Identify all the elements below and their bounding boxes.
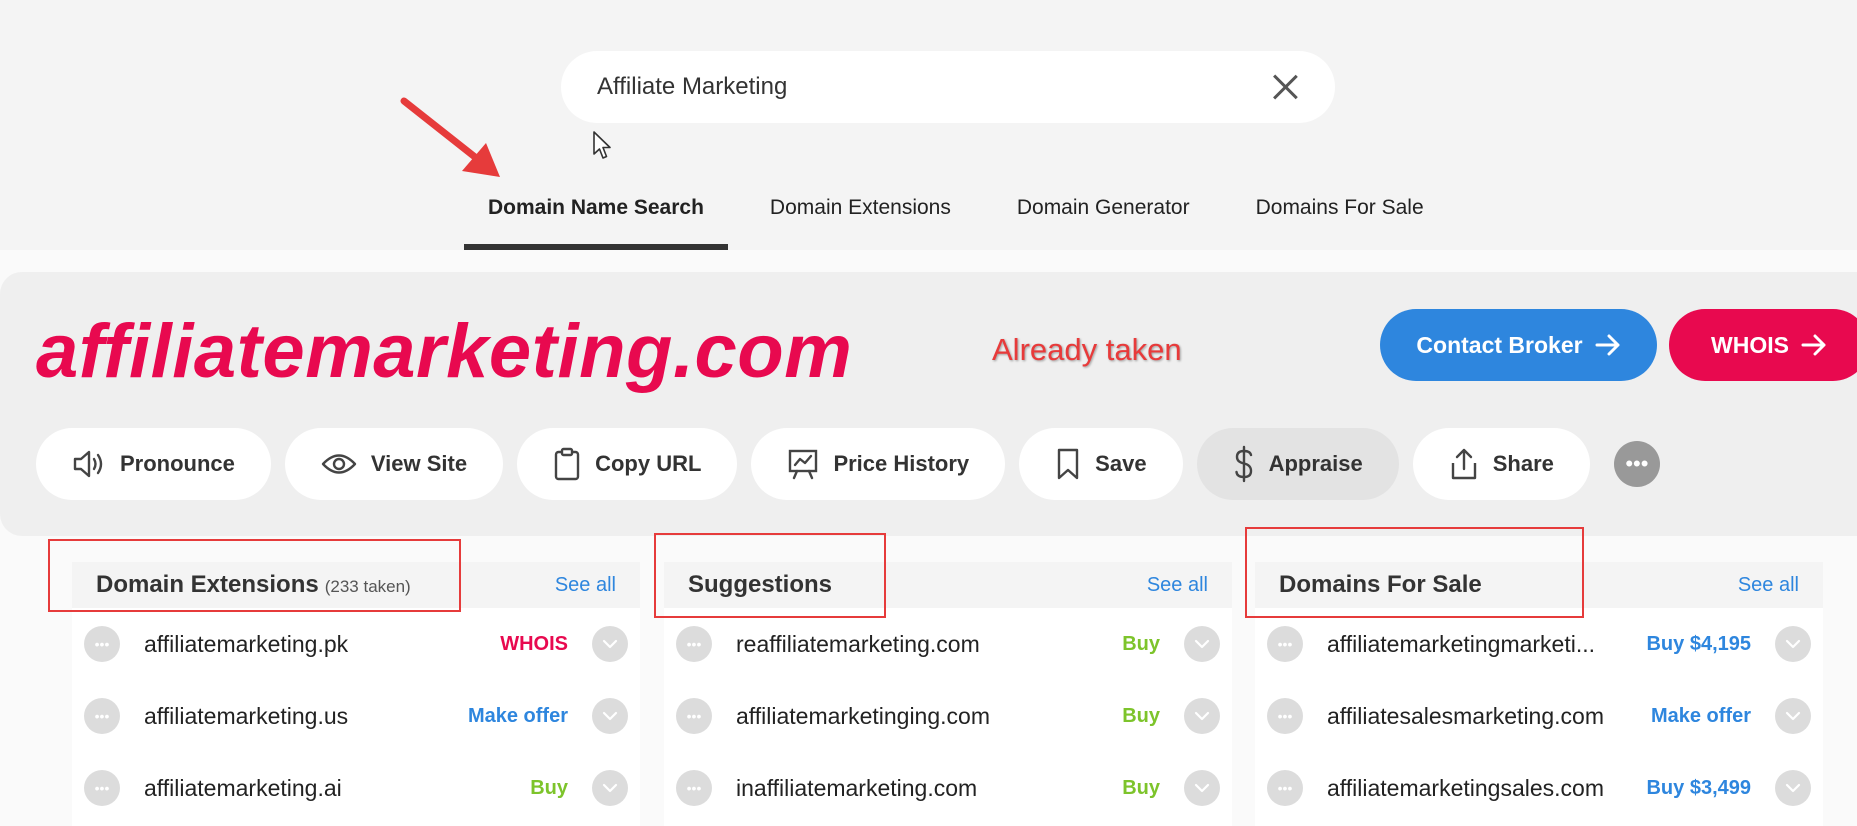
save-label: Save (1095, 451, 1147, 476)
chevron-down-icon[interactable] (592, 626, 628, 662)
domain-name: reaffiliatemarketing.com (736, 630, 980, 657)
domain-name: affiliatemarketingmarketi... (1327, 630, 1596, 657)
view-site-label: View Site (370, 451, 468, 476)
domain-name: inaffiliatemarketing.com (736, 774, 978, 801)
dots-icon[interactable]: ••• (84, 770, 120, 806)
tab-domain-generator[interactable]: Domain Generator (993, 180, 1214, 250)
list-item[interactable]: ••• affiliatemarketingsales.com Buy $3,4… (1255, 752, 1823, 824)
domain-name: affiliatesalesmarketing.com (1327, 702, 1604, 729)
chevron-down-icon[interactable] (1184, 626, 1220, 662)
chevron-down-icon[interactable] (1184, 770, 1220, 806)
chevron-down-icon[interactable] (592, 698, 628, 734)
row-action-button[interactable]: Buy (530, 777, 568, 800)
domain-actions: Pronounce View Site Copy URL Price Histo… (36, 428, 1660, 500)
chevron-down-icon[interactable] (1775, 626, 1811, 662)
share-label: Share (1492, 451, 1554, 476)
whois-button[interactable]: WHOIS (1669, 309, 1857, 381)
share-icon (1451, 448, 1476, 480)
clipboard-icon (554, 447, 580, 481)
search-input[interactable] (597, 73, 1271, 101)
list-item[interactable]: ••• inaffiliatemarketing.com Buy (664, 752, 1232, 824)
tab-domain-extensions[interactable]: Domain Extensions (746, 180, 975, 250)
list-item[interactable]: ••• affiliatesalesmarketing.com Make off… (1255, 680, 1823, 752)
tab-domain-name-search[interactable]: Domain Name Search (464, 180, 728, 250)
dollar-icon (1234, 445, 1252, 483)
tab-domains-for-sale[interactable]: Domains For Sale (1232, 180, 1448, 250)
appraise-button[interactable]: Appraise (1196, 428, 1399, 500)
row-action-button[interactable]: Buy (1122, 705, 1160, 728)
dots-icon[interactable]: ••• (1267, 698, 1303, 734)
chevron-down-icon[interactable] (1775, 770, 1811, 806)
dots-icon[interactable]: ••• (676, 770, 712, 806)
row-action-button[interactable]: Make offer (1651, 705, 1751, 728)
mouse-cursor-icon (593, 131, 611, 159)
contact-broker-button[interactable]: Contact Broker (1380, 309, 1657, 381)
domain-name: affiliatemarketing.ai (144, 774, 342, 801)
chevron-down-icon[interactable] (1184, 698, 1220, 734)
annotation-arrow-icon (400, 97, 500, 177)
list-item[interactable]: ••• affiliatemarketing.us Make offer (72, 680, 640, 752)
row-action-button[interactable]: WHOIS (500, 633, 568, 656)
domain-name: affiliatemarketinging.com (736, 702, 990, 729)
domain-name: affiliatemarketing.us (144, 702, 349, 729)
domain-name: affiliatemarketing.pk (144, 630, 349, 657)
price-history-label: Price History (833, 451, 970, 476)
speaker-icon (73, 450, 103, 478)
annotation-box-extensions (48, 539, 461, 612)
row-action-button[interactable]: Buy $3,499 (1646, 777, 1751, 800)
see-all-link[interactable]: See all (1147, 574, 1208, 597)
dots-icon[interactable]: ••• (84, 698, 120, 734)
list-item[interactable]: ••• affiliatemarketinging.com Buy (664, 680, 1232, 752)
appraise-label: Appraise (1268, 451, 1363, 476)
more-options-icon[interactable]: ••• (1613, 441, 1660, 487)
whois-label: WHOIS (1711, 331, 1789, 358)
view-site-button[interactable]: View Site (284, 428, 504, 500)
dots-icon[interactable]: ••• (676, 626, 712, 662)
dots-icon[interactable]: ••• (84, 626, 120, 662)
list-item[interactable]: ••• affiliatemarketing.ai Buy (72, 752, 640, 824)
eye-icon (321, 454, 357, 474)
domain-title: affiliatemarketing.com (36, 309, 853, 394)
pronounce-button[interactable]: Pronounce (36, 428, 271, 500)
search-box[interactable] (561, 51, 1335, 123)
already-taken-annotation: Already taken (992, 332, 1182, 367)
domain-name: affiliatemarketingsales.com (1327, 774, 1604, 801)
chevron-down-icon[interactable] (592, 770, 628, 806)
arrow-right-icon (1595, 334, 1620, 356)
list-item[interactable]: ••• affiliatemarketingmarketi... Buy $4,… (1255, 608, 1823, 680)
arrow-right-icon (1801, 334, 1826, 356)
clear-search-icon[interactable] (1271, 73, 1299, 101)
pronounce-label: Pronounce (120, 451, 235, 476)
dots-icon[interactable]: ••• (1267, 626, 1303, 662)
list-item[interactable]: ••• affiliatemarketing.pk WHOIS (72, 608, 640, 680)
row-action-button[interactable]: Buy (1122, 777, 1160, 800)
dots-icon[interactable]: ••• (1267, 770, 1303, 806)
see-all-link[interactable]: See all (1738, 574, 1799, 597)
bookmark-icon (1057, 448, 1079, 480)
row-action-button[interactable]: Make offer (468, 705, 568, 728)
annotation-box-for-sale (1245, 527, 1584, 618)
row-action-button[interactable]: Buy $4,195 (1646, 633, 1751, 656)
list-item[interactable]: ••• reaffiliatemarketing.com Buy (664, 608, 1232, 680)
search-tabs: Domain Name Search Domain Extensions Dom… (464, 180, 1466, 250)
price-history-button[interactable]: Price History (751, 428, 1006, 500)
share-button[interactable]: Share (1412, 428, 1590, 500)
copy-url-button[interactable]: Copy URL (517, 428, 738, 500)
chart-icon (789, 449, 818, 480)
chevron-down-icon[interactable] (1775, 698, 1811, 734)
contact-broker-label: Contact Broker (1416, 331, 1583, 358)
copy-url-label: Copy URL (595, 451, 702, 476)
see-all-link[interactable]: See all (555, 574, 616, 597)
dots-icon[interactable]: ••• (676, 698, 712, 734)
annotation-box-suggestions (654, 533, 886, 618)
row-action-button[interactable]: Buy (1122, 633, 1160, 656)
save-button[interactable]: Save (1019, 428, 1183, 500)
